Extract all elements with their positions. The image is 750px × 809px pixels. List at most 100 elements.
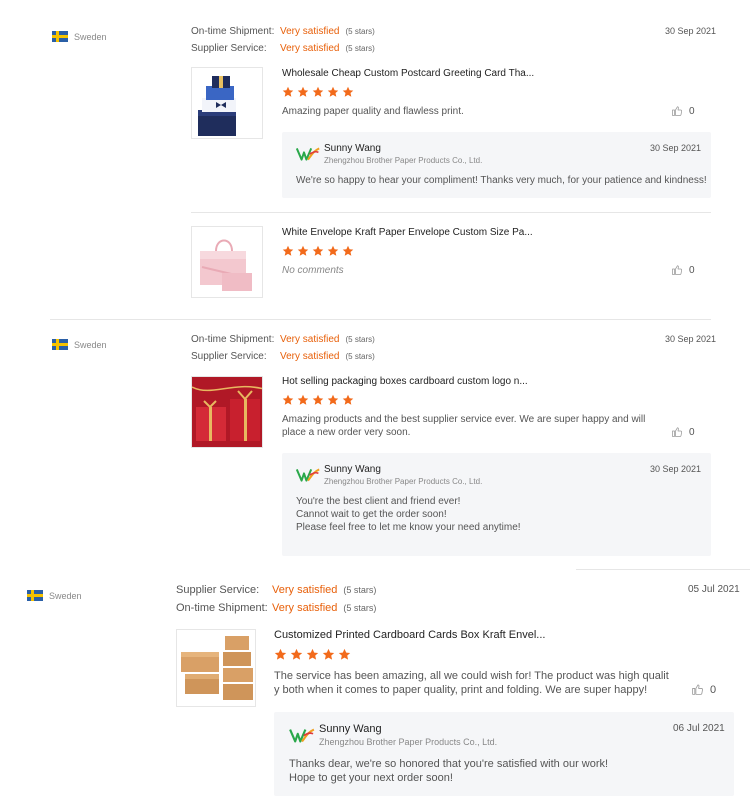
review-1-ontime-metric: On-time Shipment: Very satisfied (5 star… [191, 26, 375, 37]
like-button[interactable]: 0 [671, 264, 695, 276]
divider [191, 212, 711, 213]
star-icon [306, 648, 319, 661]
product-rating-stars [274, 648, 351, 661]
ontime-label: On-time Shipment: [191, 334, 275, 345]
supplier-value: Very satisfied [280, 351, 340, 362]
review-3-country: Sweden [27, 590, 82, 601]
supplier-label: Supplier Service: [176, 584, 260, 596]
review-2-date: 30 Sep 2021 [665, 334, 717, 344]
review-comment-line: place a new order very soon. [282, 427, 411, 438]
product-title-link[interactable]: Hot selling packaging boxes cardboard cu… [282, 376, 528, 387]
review-comment: Amazing products and the best supplier s… [282, 413, 645, 439]
product-title-link[interactable]: Wholesale Cheap Custom Postcard Greeting… [282, 68, 534, 79]
thumbs-up-icon [671, 426, 683, 438]
star-icon [327, 245, 339, 257]
review-2-country: Sweden [52, 339, 107, 350]
reply-date: 30 Sep 2021 [650, 464, 702, 474]
product-rating-stars [282, 86, 354, 98]
review-1-date: 30 Sep 2021 [665, 26, 717, 36]
reply-line: Please feel free to let me know your nee… [296, 522, 521, 533]
reply-author: Sunny Wang [324, 464, 381, 475]
like-button[interactable]: 0 [671, 426, 695, 438]
like-count: 0 [689, 105, 695, 117]
star-icon [282, 245, 294, 257]
review-1-supplier-metric: Supplier Service: Very satisfied (5 star… [191, 43, 375, 54]
thumbs-up-icon [671, 264, 683, 276]
supplier-value: Very satisfied [280, 43, 340, 54]
sweden-flag-icon [27, 590, 43, 601]
star-icon [327, 86, 339, 98]
ontime-label: On-time Shipment: [176, 602, 268, 614]
star-icon [312, 245, 324, 257]
star-icon [297, 394, 309, 406]
reply-company: Zhengzhou Brother Paper Products Co., Lt… [319, 737, 498, 747]
review-comment: No comments [282, 265, 344, 276]
star-icon [282, 86, 294, 98]
product-thumbnail[interactable] [191, 376, 263, 448]
divider [576, 569, 750, 570]
review-comment: Amazing paper quality and flawless print… [282, 106, 464, 117]
review-comment-line: y both when it comes to paper quality, p… [274, 684, 648, 696]
star-icon [290, 648, 303, 661]
product-rating-stars [282, 245, 354, 257]
supplier-label: Supplier Service: [191, 43, 267, 54]
thumbs-up-icon [671, 105, 683, 117]
review-2-ontime-metric: On-time Shipment: Very satisfied (5 star… [191, 334, 375, 345]
ontime-value: Very satisfied [280, 26, 340, 37]
company-logo-icon [296, 146, 320, 162]
ontime-value: Very satisfied [280, 334, 340, 345]
star-icon [297, 86, 309, 98]
star-icon [342, 245, 354, 257]
like-button[interactable]: 0 [691, 683, 716, 696]
reply-message: Thanks dear, we're so honored that you'r… [289, 757, 608, 785]
star-icon [274, 648, 287, 661]
reply-date: 30 Sep 2021 [650, 143, 702, 153]
reply-company: Zhengzhou Brother Paper Products Co., Lt… [324, 477, 483, 486]
ontime-value: Very satisfied [272, 602, 338, 614]
star-icon [342, 86, 354, 98]
sweden-flag-icon [52, 31, 68, 42]
reply-line: Hope to get your next order soon! [289, 772, 453, 784]
ontime-stars: (5 stars) [345, 335, 375, 344]
star-icon [342, 394, 354, 406]
thumbs-up-icon [691, 683, 704, 696]
company-logo-icon [289, 727, 315, 744]
supplier-value: Very satisfied [272, 584, 338, 596]
like-count: 0 [710, 683, 717, 696]
country-name: Sweden [74, 31, 107, 42]
product-title-link[interactable]: Customized Printed Cardboard Cards Box K… [274, 629, 545, 641]
reply-company: Zhengzhou Brother Paper Products Co., Lt… [324, 156, 483, 165]
review-3-ontime-metric: On-time Shipment: Very satisfied (5 star… [176, 602, 376, 614]
product-title-link[interactable]: White Envelope Kraft Paper Envelope Cust… [282, 227, 533, 238]
ontime-stars: (5 stars) [343, 603, 377, 613]
star-icon [282, 394, 294, 406]
product-rating-stars [282, 394, 354, 406]
company-logo-icon [296, 467, 320, 483]
ontime-label: On-time Shipment: [191, 26, 275, 37]
review-comment: The service has been amazing, all we cou… [274, 669, 669, 697]
star-icon [312, 86, 324, 98]
reply-message: You're the best client and friend ever! … [296, 495, 521, 534]
reply-date: 06 Jul 2021 [673, 723, 725, 734]
product-thumbnail[interactable] [191, 67, 263, 139]
reply-author: Sunny Wang [319, 723, 382, 735]
review-1-country: Sweden [52, 31, 107, 42]
star-icon [322, 648, 335, 661]
review-3-supplier-metric: Supplier Service: Very satisfied (5 star… [176, 584, 376, 596]
product-thumbnail[interactable] [191, 226, 263, 298]
review-3-date: 05 Jul 2021 [688, 584, 740, 595]
reply-author: Sunny Wang [324, 143, 381, 154]
review-comment-line: The service has been amazing, all we cou… [274, 670, 669, 682]
supplier-reply: Sunny Wang Zhengzhou Brother Paper Produ… [274, 712, 734, 796]
reply-line: You're the best client and friend ever! [296, 496, 461, 507]
divider [50, 319, 711, 320]
country-name: Sweden [49, 590, 82, 601]
like-button[interactable]: 0 [671, 105, 695, 117]
star-icon [297, 245, 309, 257]
country-name: Sweden [74, 339, 107, 350]
star-icon [327, 394, 339, 406]
ontime-stars: (5 stars) [345, 27, 375, 36]
product-thumbnail[interactable] [176, 629, 256, 707]
supplier-stars: (5 stars) [345, 352, 375, 361]
supplier-reply: Sunny Wang Zhengzhou Brother Paper Produ… [282, 453, 711, 556]
